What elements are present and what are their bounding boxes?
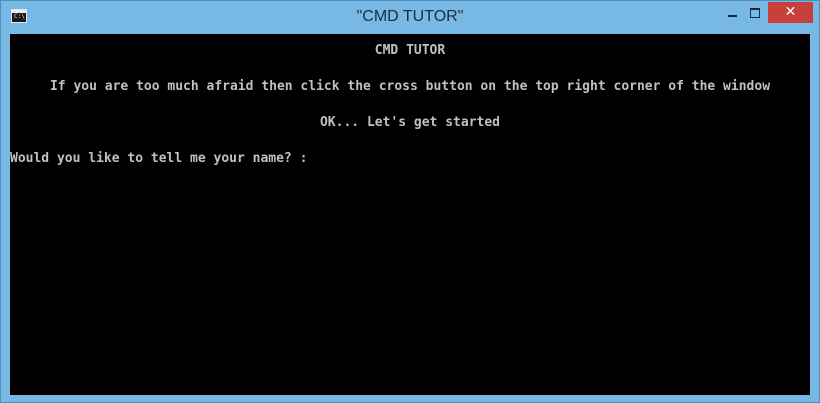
minimize-icon [728, 15, 737, 17]
close-icon: ✕ [784, 4, 797, 20]
title-bar[interactable]: C:\ "CMD TUTOR" ✕ [1, 1, 819, 34]
maximize-icon [750, 8, 760, 18]
console-icon-text: C:\ [14, 13, 25, 20]
warning-message: If you are too much afraid then click th… [49, 79, 771, 94]
name-prompt: Would you like to tell me your name? : [10, 151, 308, 166]
console-window: C:\ "CMD TUTOR" ✕ CMD TUTOR If you are t… [0, 0, 820, 403]
start-message: OK... Let's get started [319, 115, 500, 130]
maximize-button[interactable] [743, 2, 767, 23]
console-heading: CMD TUTOR [374, 43, 446, 58]
console-output[interactable]: CMD TUTOR If you are too much afraid the… [10, 34, 810, 395]
console-icon[interactable]: C:\ [11, 9, 27, 23]
close-button[interactable]: ✕ [768, 2, 813, 23]
window-title: "CMD TUTOR" [356, 8, 464, 25]
